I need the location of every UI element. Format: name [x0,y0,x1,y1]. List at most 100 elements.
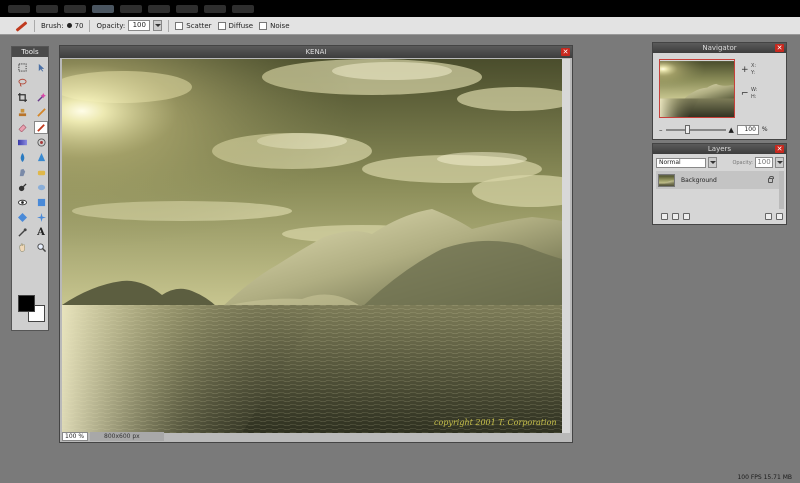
h-label: H: [751,94,757,100]
menu-item-image[interactable] [64,4,86,13]
burn-tool-icon[interactable] [15,181,29,194]
zoom-tool-icon[interactable] [34,241,48,254]
layer-thumbnail [658,173,675,187]
replace-color-tool-icon[interactable] [34,136,48,149]
image-window-titlebar[interactable]: KENAI ✕ [60,46,572,58]
pencil-tool-icon[interactable] [34,106,48,119]
layer-opacity-dropdown-button[interactable] [775,157,784,168]
close-icon[interactable]: ✕ [775,145,784,153]
layer-name: Background [681,176,717,184]
magic-wand-tool-icon[interactable] [34,91,48,104]
tools-panel: Tools A [11,46,49,331]
close-icon[interactable]: ✕ [561,48,570,56]
layer-actions [661,211,783,221]
color-swatches [16,295,48,327]
layers-panel: Layers ✕ Normal Opacity: 100 Background [652,143,787,225]
tool-options-bar: Brush: 70 Opacity: 100 Scatter Diffuse N… [0,17,800,35]
pinch-tool-icon[interactable] [34,211,48,224]
sponge-tool-icon[interactable] [34,166,48,179]
blur-tool-icon[interactable] [15,151,29,164]
performance-status: 100 FPS 15.71 MB [737,474,792,481]
w-label: W: [751,87,758,93]
menu-item-view[interactable] [176,4,198,13]
zoom-level-field[interactable]: 100 % [62,432,88,441]
selection-size-icon: ⌐ [741,88,749,99]
x-label: X: [751,63,757,69]
navigator-panel: Navigator ✕ + X: Y: ⌐ W: H: – ▲ 100 % [652,42,787,140]
red-eye-tool-icon[interactable] [15,196,29,209]
bloat-tool-icon[interactable] [15,211,29,224]
link-layers-icon[interactable] [661,212,668,220]
vertical-scrollbar[interactable] [562,59,570,433]
layers-scrollbar[interactable] [779,171,784,209]
hand-tool-icon[interactable] [15,241,29,254]
gradient-tool-icon[interactable] [15,136,29,149]
navigator-titlebar[interactable]: Navigator ✕ [653,43,786,53]
shape-tool-icon[interactable] [34,196,48,209]
navigator-thumbnail[interactable] [659,59,735,118]
brush-tool-icon[interactable] [34,121,48,134]
diffuse-checkbox[interactable] [217,21,226,30]
color-picker-tool-icon[interactable] [15,226,29,239]
brush-preview-icon[interactable] [66,23,72,28]
y-label: Y: [751,70,756,76]
divider [89,19,91,32]
blend-mode-select[interactable]: Normal [656,157,706,168]
sharpen-tool-icon[interactable] [34,151,48,164]
navigator-readout: + X: Y: ⌐ W: H: [741,63,757,111]
layer-opacity-label: Opacity: [732,159,753,166]
image-canvas[interactable]: copyright 2001 T. Corporation [62,59,562,433]
layer-row-background[interactable]: Background [656,171,779,189]
divider [34,19,35,32]
brush-label: Brush: [41,21,64,30]
brush-tool-icon [14,20,28,32]
smudge-tool-icon[interactable] [15,166,29,179]
menu-item-layer[interactable] [92,4,114,13]
divider [168,19,170,32]
close-icon[interactable]: ✕ [775,44,784,52]
stamp-tool-icon[interactable] [15,106,29,119]
menu-item-file[interactable] [8,4,30,13]
layer-mask-icon[interactable] [683,212,690,220]
zoom-slider[interactable] [665,124,726,134]
scatter-label: Scatter [186,21,212,30]
layer-style-icon[interactable] [672,212,679,220]
tools-panel-title: Tools [12,47,48,57]
opacity-dropdown-button[interactable] [153,20,163,31]
zoom-slider-handle[interactable] [684,124,690,134]
lasso-tool-icon[interactable] [15,76,29,89]
opacity-label: Opacity: [96,21,126,30]
delete-layer-icon[interactable] [776,212,783,220]
noise-label: Noise [270,21,290,30]
menu-item-adjustment[interactable] [120,4,142,13]
empty-tool-slot [34,76,48,89]
menu-item-filter[interactable] [148,4,170,13]
image-window: KENAI ✕ copyright 2001 T. Corporation 10… [59,45,573,443]
diffuse-label: Diffuse [228,21,254,30]
scatter-checkbox[interactable] [175,21,184,30]
eraser-tool-icon[interactable] [15,121,29,134]
image-window-status: 100 % 800x600 px [62,432,572,441]
move-tool-icon[interactable] [34,61,48,74]
marquee-tool-icon[interactable] [15,61,29,74]
zoom-out-icon[interactable]: – [659,126,663,134]
type-tool-glyph: A [37,227,45,238]
layers-titlebar[interactable]: Layers ✕ [653,144,786,154]
navigator-title: Navigator [702,44,737,52]
menu-item-help[interactable] [232,4,254,13]
new-layer-icon[interactable] [765,212,772,220]
brush-size-value[interactable]: 70 [75,22,84,30]
dodge-tool-icon[interactable] [34,181,48,194]
lock-icon[interactable] [768,175,774,183]
type-tool-icon[interactable]: A [34,226,48,239]
foreground-color-swatch[interactable] [18,295,35,312]
blend-mode-dropdown-button[interactable] [708,157,717,168]
opacity-input[interactable]: 100 [128,20,151,31]
layer-opacity-input[interactable]: 100 [755,157,773,168]
crop-tool-icon[interactable] [15,91,29,104]
navigator-zoom-input[interactable]: 100 [736,124,759,135]
menu-item-edit[interactable] [36,4,58,13]
menu-item-language[interactable] [204,4,226,13]
noise-checkbox[interactable] [259,21,268,30]
zoom-in-icon[interactable]: ▲ [729,126,734,134]
